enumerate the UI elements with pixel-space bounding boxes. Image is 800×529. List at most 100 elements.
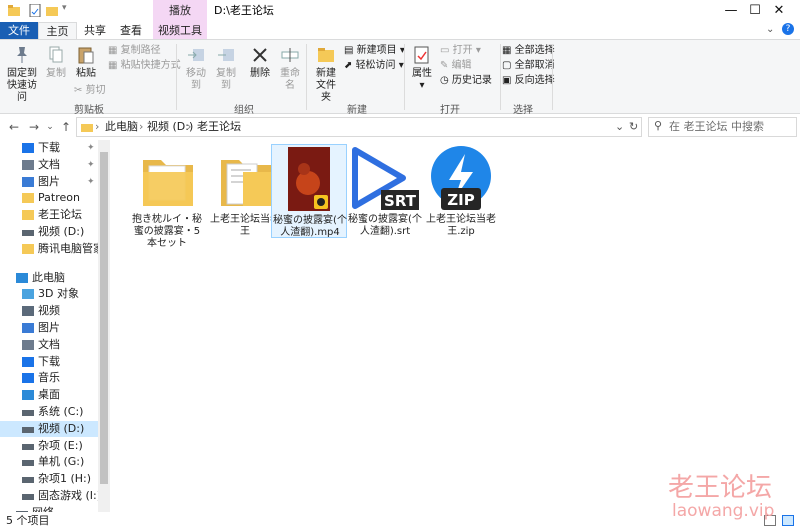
qa-dropdown-icon[interactable]: ▾ (62, 3, 67, 13)
title-bar: ▾ 播放 D:\老王论坛 — ☐ ✕ (0, 0, 800, 22)
tab-file[interactable]: 文件 (0, 22, 38, 39)
easy-access-button[interactable]: ⬈ 轻松访问 ▾ (344, 59, 404, 73)
sidebar-item[interactable]: 图片 ✦ (0, 174, 98, 190)
paste-button[interactable]: 粘贴 (74, 46, 98, 80)
forward-arrow-icon[interactable]: → (26, 116, 42, 138)
copy-path-button[interactable]: ▦ 复制路径 (108, 44, 161, 58)
folder-icon (221, 160, 271, 206)
delete-x-icon (253, 48, 267, 62)
sidebar-item[interactable]: 老王论坛 (0, 207, 98, 223)
chevron-right-icon: › (139, 120, 144, 133)
sidebar-item-label: 视频 (38, 304, 60, 318)
sidebar-item-label: 单机 (G:) (38, 455, 85, 469)
sidebar-item[interactable]: 音乐 (0, 370, 98, 386)
file-item[interactable]: SRT 秘蜜の披露宴(个人渣翻).srt (347, 144, 423, 252)
music-icon (22, 373, 34, 384)
sidebar-item[interactable]: 系统 (C:) (0, 404, 98, 420)
history-button[interactable]: ◷ 历史记录 (440, 74, 492, 88)
sidebar-item[interactable]: 3D 对象 (0, 286, 98, 302)
document-icon (22, 159, 34, 170)
file-name: 秘蜜の披露宴(个人渣翻).srt (348, 214, 422, 237)
breadcrumb-this-pc[interactable]: 此电脑 (105, 118, 138, 136)
properties-button[interactable]: 属性 ▾ (410, 46, 434, 92)
sidebar-item[interactable]: 文档 ✦ (0, 157, 98, 173)
ribbon: 固定到快速访问 复制 粘贴 ▦ 复制路径 ▦ 粘贴快捷方式 ✂ 剪切 剪贴板 移… (0, 39, 800, 116)
select-none-button[interactable]: ▢ 全部取消 (502, 59, 555, 73)
new-folder-icon (318, 48, 334, 62)
zip-badge: ZIP (447, 191, 474, 209)
pin-quick-access-button[interactable]: 固定到快速访问 (4, 46, 40, 104)
sidebar-item[interactable]: 杂项 (E:) (0, 438, 98, 454)
file-item[interactable]: 抱き枕ルイ・秘蜜の披露宴・5本セット (129, 144, 205, 252)
sidebar-item-label: 桌面 (38, 388, 60, 402)
sidebar-item[interactable]: 桌面 (0, 387, 98, 403)
edit-icon: ✎ (440, 60, 452, 71)
new-folder-button[interactable]: 新建文件夹 (312, 46, 340, 104)
new-item-button[interactable]: ▤ 新建项目 ▾ (344, 44, 405, 58)
new-folder-qa-icon[interactable] (46, 4, 58, 17)
address-dropdown-icon[interactable]: ⌄ (615, 118, 624, 136)
sidebar-item[interactable]: 单机 (G:) (0, 454, 98, 470)
cut-icon: ✂ (74, 85, 86, 96)
recent-locations-icon[interactable]: ⌄ (42, 116, 58, 138)
sidebar-item-label: 文档 (38, 337, 60, 351)
ribbon-collapse-icon[interactable]: ⌄ (766, 24, 774, 35)
sidebar-item[interactable]: 此电脑 (0, 270, 98, 286)
open-button[interactable]: ▭ 打开 ▾ (440, 44, 481, 58)
back-arrow-icon[interactable]: ← (6, 116, 22, 138)
rename-button[interactable]: 重命名 (276, 46, 304, 92)
refresh-icon[interactable]: ↻ (629, 118, 638, 136)
sidebar-item[interactable]: 固态游戏 (I:) (0, 488, 98, 504)
tab-home[interactable]: 主页 (38, 22, 77, 39)
large-icons-view-icon[interactable] (782, 515, 794, 526)
pin-icon: ✦ (87, 176, 95, 187)
copy-to-icon (218, 49, 234, 61)
folder-icon (143, 160, 193, 206)
picture-icon (22, 176, 34, 187)
tab-video-tools[interactable]: 视频工具 (153, 22, 207, 39)
sidebar-item[interactable]: 视频 (0, 303, 98, 319)
sidebar-item[interactable]: 视频 (D:) (0, 420, 98, 437)
breadcrumb-folder[interactable]: 老王论坛 (197, 118, 241, 136)
select-none-label: 全部取消 (514, 60, 555, 71)
sidebar-item-label: 图片 (38, 174, 60, 188)
edit-label: 编辑 (451, 60, 472, 71)
sidebar-item-label: 下载 (38, 354, 60, 368)
invert-selection-label: 反向选择 (514, 75, 555, 86)
up-arrow-icon[interactable]: ↑ (58, 116, 74, 138)
properties-qa-icon[interactable] (29, 4, 41, 17)
group-select-title: 选择 (513, 105, 533, 116)
sidebar-item[interactable]: 腾讯电脑管家截图 (0, 241, 98, 257)
copy-to-button[interactable]: 复制到 (212, 46, 240, 92)
sidebar-item[interactable]: 下载 (0, 354, 98, 370)
sidebar-item-label: 杂项1 (H:) (38, 472, 92, 486)
sidebar-item[interactable]: 视频 (D:) (0, 224, 98, 240)
edit-button[interactable]: ✎ 编辑 (440, 59, 472, 73)
sidebar-item[interactable]: 下载 ✦ (0, 140, 98, 156)
sidebar-item-label: 杂项 (E:) (38, 438, 83, 452)
video-thumbnail-icon (288, 147, 330, 211)
paste-shortcut-button[interactable]: ▦ 粘贴快捷方式 (108, 59, 181, 73)
help-icon[interactable]: ? (782, 23, 794, 35)
sidebar-item[interactable]: Patreon (0, 190, 98, 206)
sidebar-item[interactable]: 文档 (0, 337, 98, 353)
copy-button[interactable]: 复制 (44, 46, 68, 80)
sidebar-item-label: 图片 (38, 321, 60, 334)
file-item[interactable]: ZIP 上老王论坛当老王.zip (423, 144, 499, 252)
sidebar-item-label: 音乐 (38, 371, 60, 385)
file-item-selected[interactable]: 秘蜜の披露宴(个人渣翻).mp4 (271, 144, 347, 238)
search-box[interactable]: ⚲ 在 老王论坛 中搜索 (648, 117, 797, 137)
address-bar[interactable]: › 此电脑 › 视频 (D:) › 老王论坛 › ⌄ ↻ (76, 117, 642, 137)
sidebar-item[interactable]: 杂项1 (H:) (0, 471, 98, 487)
cut-button[interactable]: ✂ 剪切 (74, 84, 106, 98)
move-to-button[interactable]: 移动到 (182, 46, 210, 92)
invert-selection-button[interactable]: ▣ 反向选择 (502, 74, 555, 88)
tab-view[interactable]: 查看 (116, 22, 146, 39)
sidebar-item[interactable]: 图片 (0, 320, 98, 336)
delete-button[interactable]: 删除 (248, 46, 272, 80)
tab-share[interactable]: 共享 (80, 22, 110, 39)
select-all-label: 全部选择 (514, 45, 555, 56)
close-button[interactable]: ✕ (756, 0, 800, 22)
select-all-button[interactable]: ▦ 全部选择 (502, 44, 555, 58)
nav-scrollbar-thumb[interactable] (100, 152, 108, 484)
